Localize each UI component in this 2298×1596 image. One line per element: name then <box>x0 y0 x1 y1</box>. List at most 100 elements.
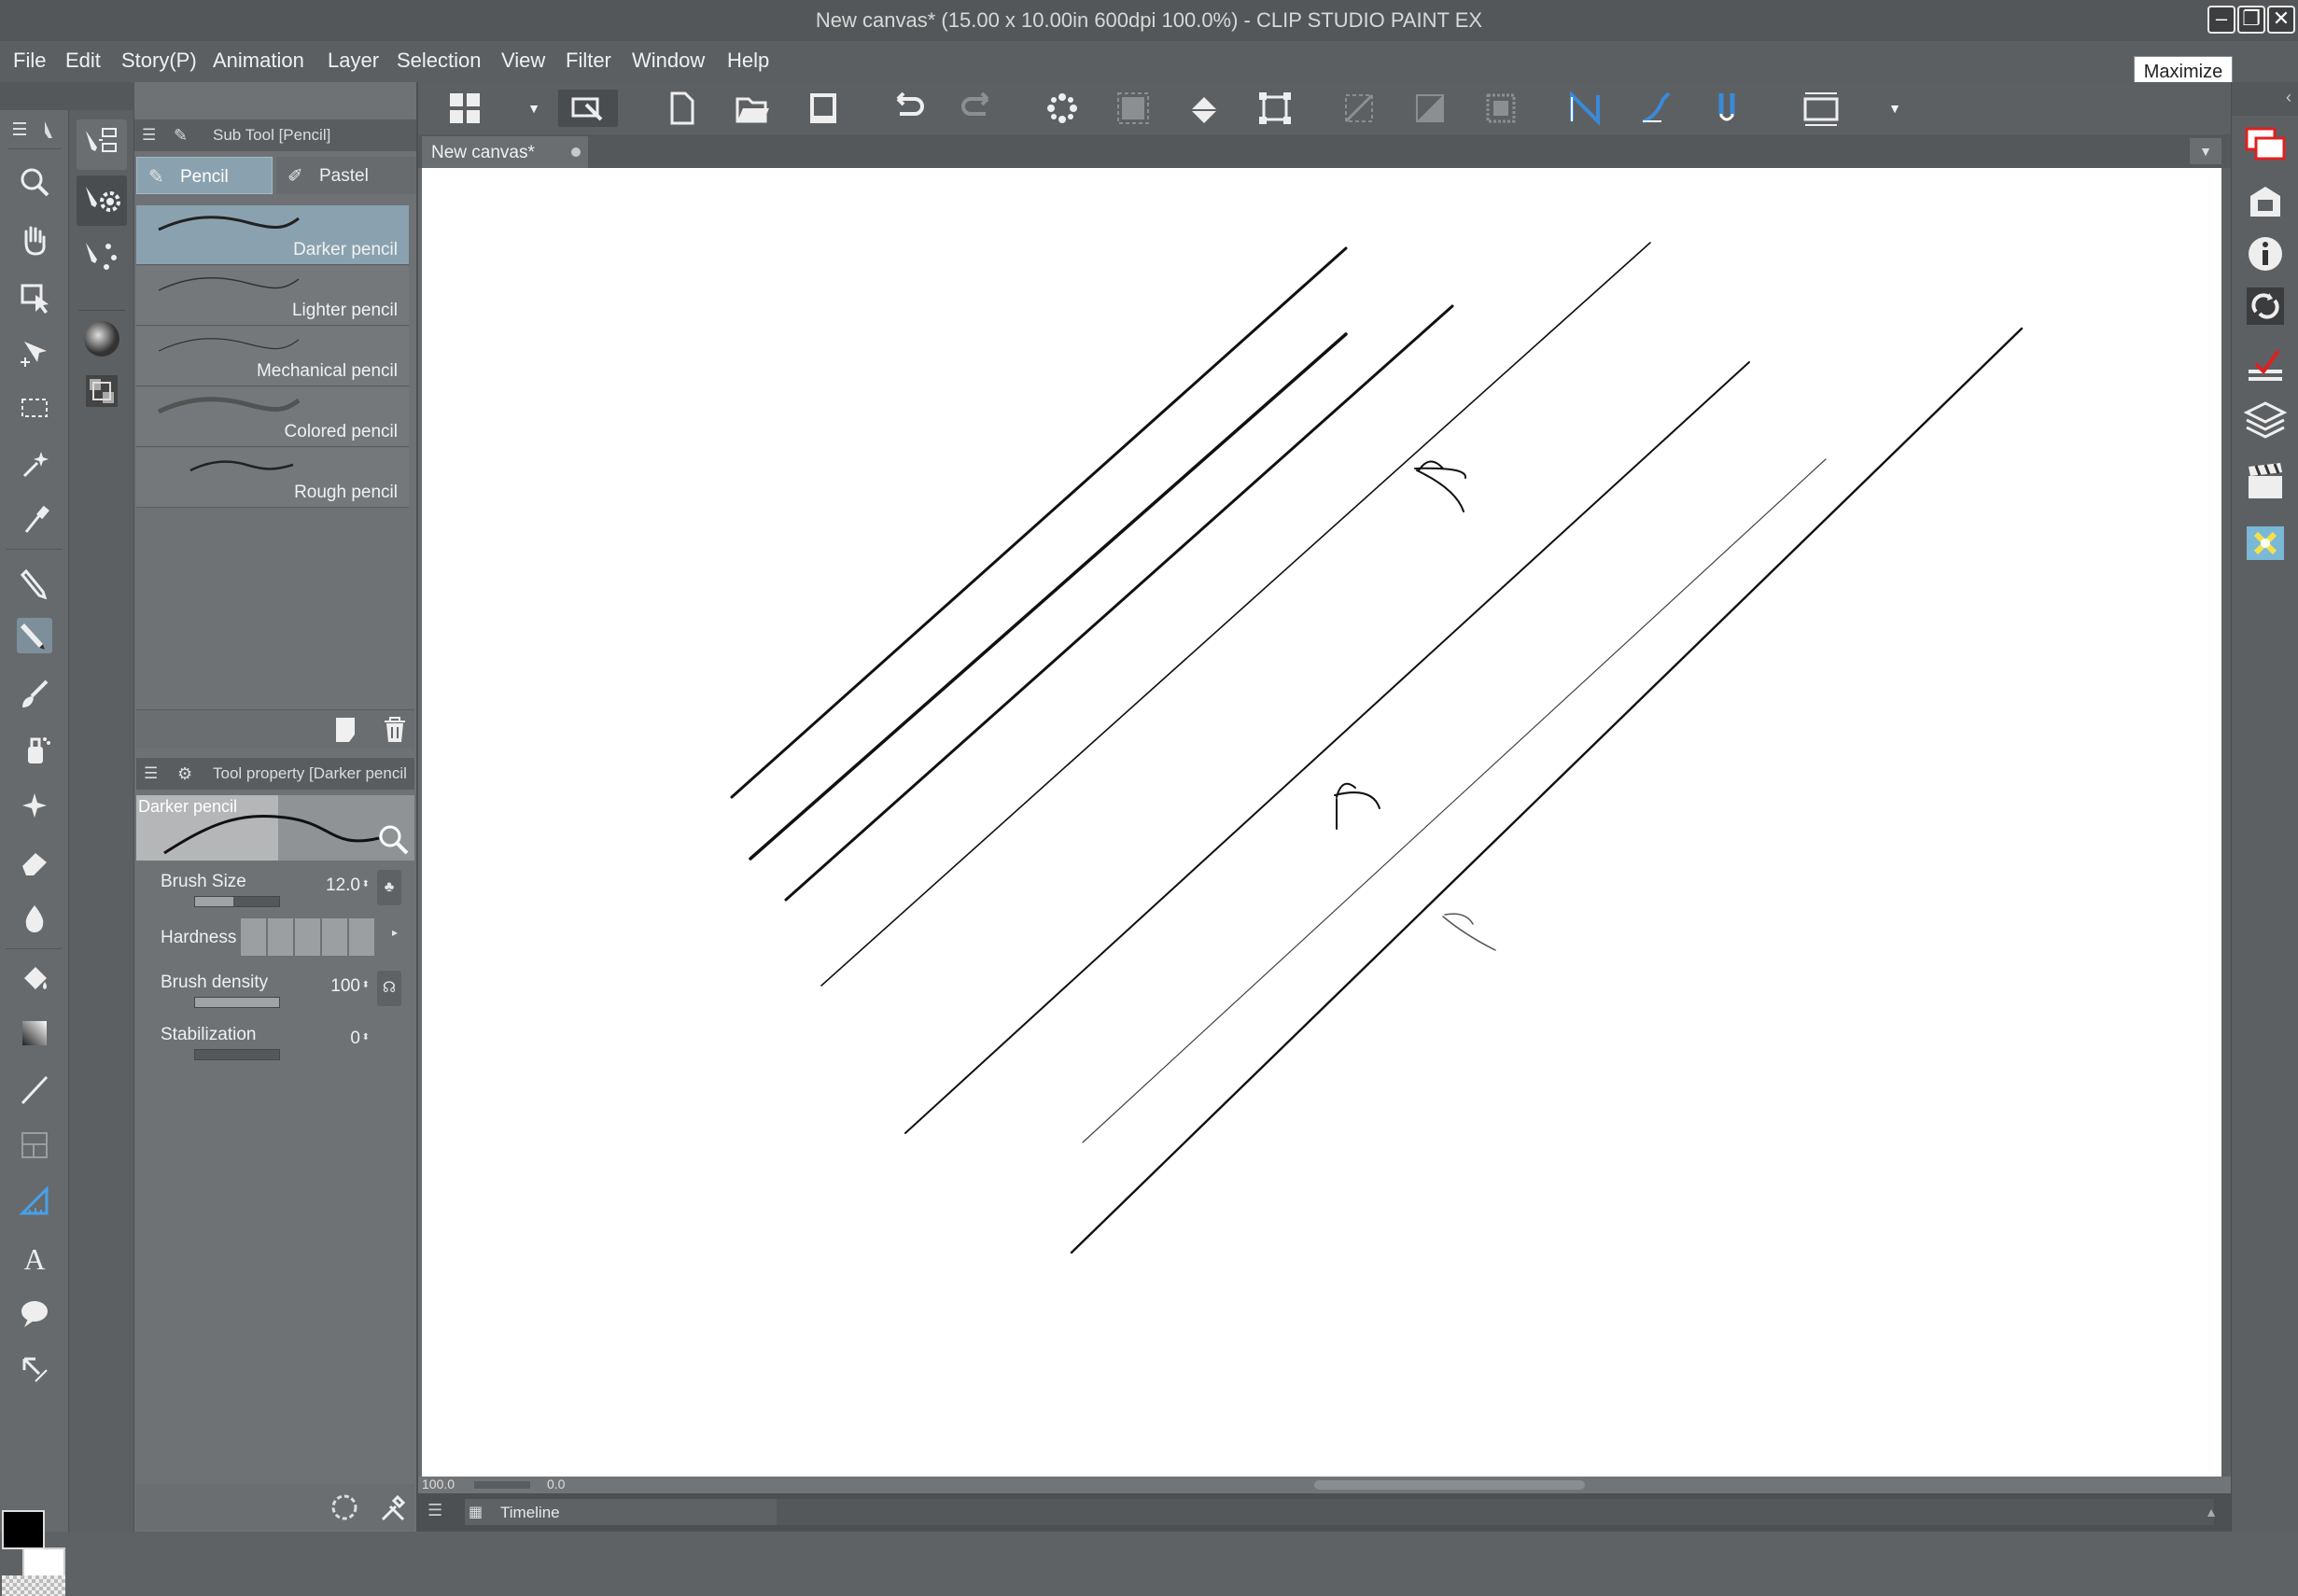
new-sub-tool-icon[interactable] <box>334 716 360 744</box>
airbrush-icon[interactable] <box>17 732 52 767</box>
brush-size-slider[interactable] <box>194 896 280 907</box>
gradient-icon[interactable] <box>17 1015 52 1051</box>
correct-line-icon[interactable] <box>17 1351 52 1387</box>
snap-ruler-icon[interactable] <box>1566 90 1604 127</box>
horizontal-scrollbar-thumb[interactable] <box>1314 1480 1585 1490</box>
maximize-button[interactable]: ❐ <box>2237 6 2265 34</box>
zoom-icon[interactable] <box>17 164 52 200</box>
menu-view[interactable]: View <box>501 49 545 73</box>
panel-menu-icon[interactable]: ☰ <box>144 758 158 790</box>
panel-menu-icon[interactable]: ☰ <box>427 1501 442 1520</box>
blend-icon[interactable] <box>17 900 52 935</box>
menu-animation[interactable]: Animation <box>213 49 304 73</box>
scale-icon[interactable] <box>1256 90 1294 127</box>
menu-edit[interactable]: Edit <box>65 49 101 73</box>
ruler-icon[interactable] <box>17 1183 52 1219</box>
menu-file[interactable]: File <box>13 49 46 73</box>
selection-icon[interactable] <box>17 390 52 426</box>
snap-special-ruler-icon[interactable] <box>1637 90 1674 127</box>
redo-icon[interactable] <box>960 90 997 127</box>
drawing-canvas[interactable] <box>422 168 2221 1477</box>
stabilization-value[interactable]: 0 <box>350 1029 360 1049</box>
layer-property-icon[interactable] <box>2243 284 2288 329</box>
tool-settings-icon[interactable] <box>77 175 127 226</box>
menu-help[interactable]: Help <box>727 49 769 73</box>
item-info-icon[interactable] <box>2243 231 2288 276</box>
brush-density-value[interactable]: 100 <box>330 976 360 997</box>
brush-size-spinner-icon[interactable]: ⬍ <box>362 879 370 889</box>
pencil-group-icon[interactable] <box>77 119 127 170</box>
undo-icon[interactable] <box>889 90 926 127</box>
fill-icon[interactable] <box>17 959 52 995</box>
transform-frame-icon[interactable] <box>1114 90 1152 127</box>
color-set-icon[interactable] <box>78 368 125 414</box>
frame-icon[interactable] <box>17 1127 52 1163</box>
animation-cels-icon[interactable] <box>2243 459 2288 504</box>
tab-list-dropdown-icon[interactable]: ▼ <box>2190 138 2221 164</box>
collapse-arrow-icon[interactable]: ‹ <box>2286 88 2291 107</box>
hand-icon[interactable] <box>17 222 52 258</box>
unsaved-dot-icon[interactable] <box>571 147 581 157</box>
more-icon[interactable]: ▼ <box>1876 90 1913 127</box>
delete-sub-tool-icon[interactable] <box>381 714 409 744</box>
hardness-level-cell[interactable] <box>349 918 374 956</box>
deselect-icon[interactable] <box>1340 90 1378 127</box>
balloon-icon[interactable] <box>17 1295 52 1331</box>
fill-selection-icon[interactable] <box>1185 90 1223 127</box>
sub-tool-detail-icon[interactable] <box>377 823 409 855</box>
close-button[interactable]: ✕ <box>2267 6 2295 34</box>
menu-layer[interactable]: Layer <box>328 49 379 73</box>
pen-icon[interactable] <box>17 564 52 600</box>
show-selection-icon[interactable] <box>1482 90 1520 127</box>
tool-detail-settings-icon[interactable] <box>377 1491 409 1523</box>
angle-readout[interactable]: 0.0 <box>547 1477 565 1491</box>
material-icon[interactable] <box>2243 521 2288 566</box>
brush-size-value[interactable]: 12.0 <box>326 875 360 896</box>
stabilization-spinner-icon[interactable]: ⬍ <box>362 1032 370 1043</box>
text-icon[interactable]: A <box>17 1239 52 1276</box>
layers-icon[interactable] <box>2243 396 2288 441</box>
hardness-level-cell[interactable] <box>322 918 347 956</box>
fit-icon[interactable] <box>1798 90 1844 127</box>
palette-menu-icon[interactable] <box>7 116 62 149</box>
brush-density-pressure-icon[interactable]: ☊ <box>377 971 401 1006</box>
tab-pencil[interactable]: ✎ Pencil <box>136 157 273 194</box>
brush-item-lighter-pencil[interactable]: Lighter pencil <box>136 266 409 326</box>
reset-icon[interactable] <box>329 1491 360 1523</box>
menu-story[interactable]: Story(P) <box>121 49 197 73</box>
hardness-selector[interactable] <box>241 918 374 956</box>
app-launcher-icon[interactable] <box>446 90 483 127</box>
eyedropper-icon[interactable] <box>17 502 52 538</box>
minimize-button[interactable]: – <box>2207 6 2235 34</box>
menu-filter[interactable]: Filter <box>566 49 611 73</box>
pencil-icon[interactable] <box>17 618 52 653</box>
brush-icon[interactable] <box>17 676 52 711</box>
menu-window[interactable]: Window <box>632 49 705 73</box>
expand-icon[interactable]: ▲ <box>2205 1505 2218 1519</box>
snap-grid-icon[interactable] <box>1708 90 1745 127</box>
hardness-more-icon[interactable]: ▸ <box>392 926 398 939</box>
vertical-scrollbar[interactable] <box>2221 168 2231 1478</box>
panel-menu-icon[interactable]: ☰ <box>142 119 156 151</box>
brush-density-slider[interactable] <box>194 997 280 1008</box>
hardness-level-cell[interactable] <box>295 918 320 956</box>
zoom-readout[interactable]: 100.0 <box>422 1477 455 1491</box>
dropdown-icon[interactable]: ▼ <box>515 90 553 127</box>
save-icon[interactable] <box>805 90 842 127</box>
operation-icon[interactable] <box>17 278 52 314</box>
brush-density-spinner-icon[interactable]: ⬍ <box>362 980 370 990</box>
new-icon[interactable] <box>663 90 700 127</box>
stabilization-slider[interactable] <box>194 1049 280 1060</box>
brush-item-colored-pencil[interactable]: Colored pencil <box>136 387 409 447</box>
brush-item-darker-pencil[interactable]: Darker pencil <box>136 205 409 265</box>
menu-selection[interactable]: Selection <box>397 49 482 73</box>
move-layer-icon[interactable] <box>17 334 52 370</box>
clear-icon[interactable] <box>1044 90 1081 127</box>
auto-select-icon[interactable] <box>17 446 52 482</box>
navigator-icon[interactable] <box>2243 123 2288 168</box>
zoom-slider[interactable] <box>474 1481 530 1489</box>
main-color-swatch[interactable] <box>2 1510 45 1549</box>
color-wheel-icon[interactable] <box>78 315 125 362</box>
brush-group-icon[interactable] <box>77 231 127 282</box>
hardness-level-cell[interactable] <box>268 918 293 956</box>
